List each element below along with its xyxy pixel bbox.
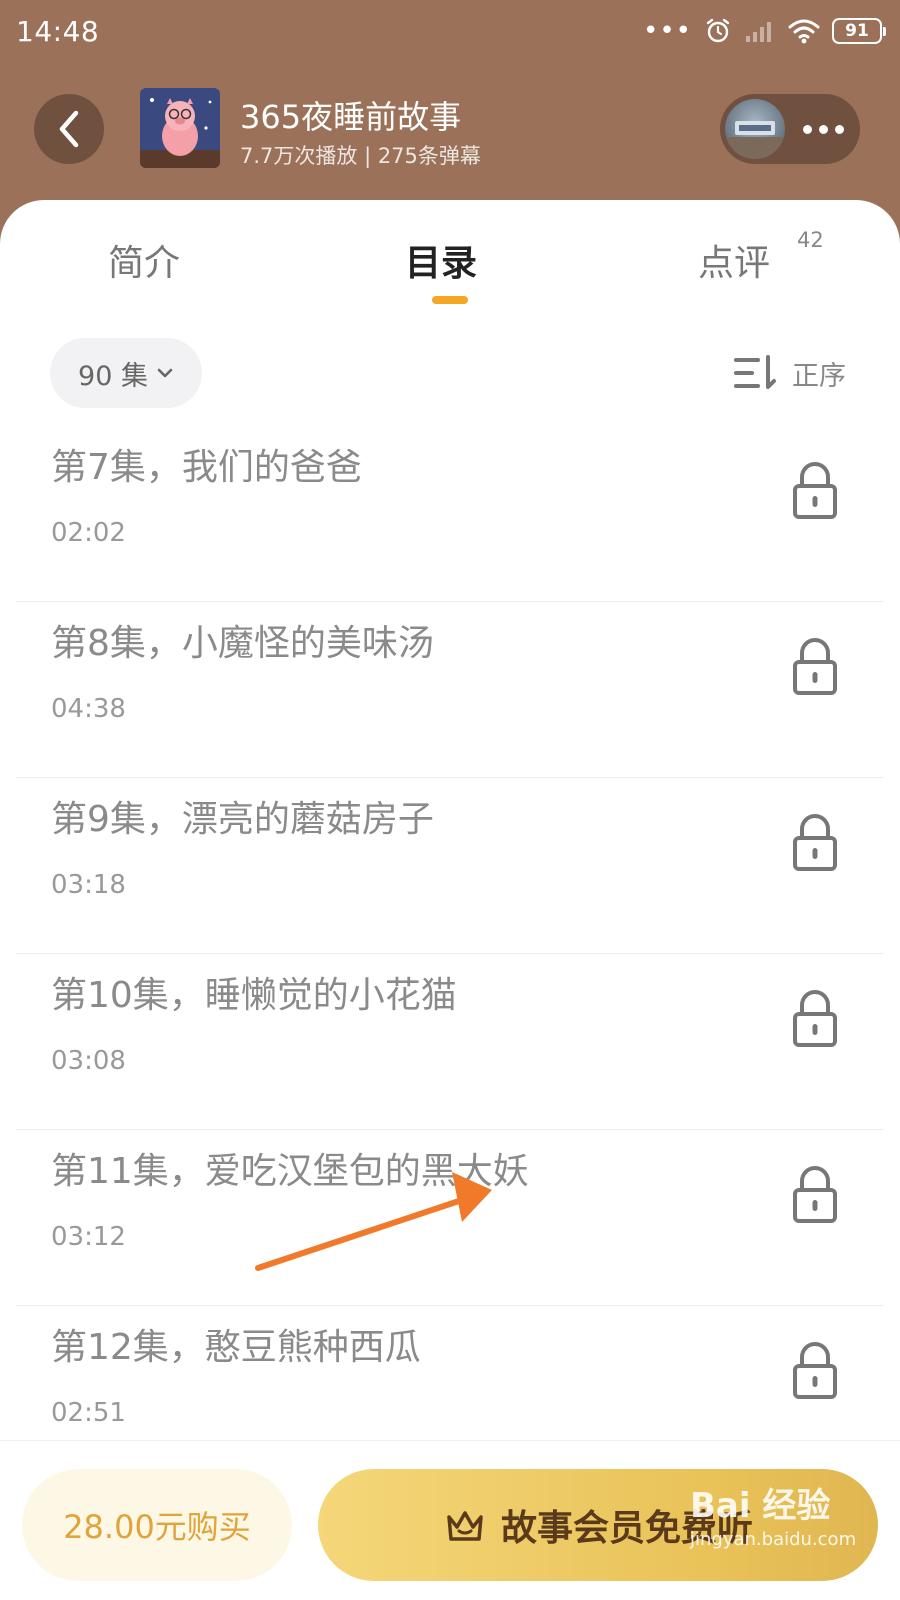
status-bar: 14:48 ••• 91: [0, 0, 900, 62]
avatar-image-icon: [725, 121, 785, 159]
watermark-brand: Bai 经验: [690, 1486, 831, 1526]
tab-active-indicator: [432, 296, 468, 304]
episode-duration: 02:02: [51, 518, 126, 548]
episode-row[interactable]: 第10集，睡懒觉的小花猫 03:08: [16, 954, 884, 1130]
lock-icon: [792, 636, 838, 696]
album-cover-image[interactable]: [140, 88, 220, 168]
episode-range-dropdown[interactable]: 90 集: [50, 338, 202, 408]
episode-range-label: 90 集: [78, 360, 148, 392]
chevron-left-icon: [59, 110, 79, 148]
pig-illustration-icon: [140, 88, 220, 168]
episode-duration: 03:12: [51, 1222, 126, 1252]
episode-row[interactable]: 第9集，漂亮的蘑菇房子 03:18: [16, 778, 884, 954]
status-time: 14:48: [16, 14, 100, 48]
buy-button[interactable]: 28.00元购买: [22, 1469, 292, 1581]
episode-duration: 03:08: [51, 1046, 126, 1076]
signal-icon: [746, 22, 771, 42]
header-actions-pill[interactable]: [720, 94, 860, 164]
episode-duration: 04:38: [51, 694, 126, 724]
episode-row[interactable]: 第8集，小魔怪的美味汤 04:38: [16, 602, 884, 778]
content-panel: 简介 目录 点评 42 90 集 正序 第7集，我们的爸爸 02:02 第8集，小魔…: [0, 200, 900, 1600]
alarm-icon: [706, 18, 730, 43]
crown-icon: [447, 1511, 483, 1541]
tab-reviews[interactable]: 点评: [698, 234, 770, 286]
album-title: 365夜睡前故事: [240, 98, 462, 136]
lock-icon: [792, 460, 838, 520]
avatar[interactable]: [725, 99, 785, 159]
more-dots-icon: •••: [642, 16, 692, 46]
tab-intro[interactable]: 简介: [108, 234, 180, 286]
chevron-down-icon: [157, 368, 173, 378]
watermark-url: jingyan.baidu.com: [690, 1529, 857, 1550]
lock-icon: [792, 1164, 838, 1224]
sort-button[interactable]: 正序: [732, 348, 846, 398]
episode-title: 第7集，我们的爸爸: [51, 447, 362, 488]
episode-title: 第9集，漂亮的蘑菇房子: [51, 799, 434, 840]
lock-icon: [792, 1340, 838, 1400]
tab-catalog[interactable]: 目录: [405, 234, 477, 286]
battery-icon: 91: [832, 18, 886, 44]
episode-title: 第11集，爱吃汉堡包的黑大妖: [51, 1151, 529, 1192]
tab-bar: 简介 目录 点评 42: [0, 200, 900, 320]
battery-level: 91: [845, 21, 869, 41]
lock-icon: [792, 812, 838, 872]
more-horizontal-icon[interactable]: [803, 124, 844, 134]
reviews-count-badge: 42: [797, 228, 824, 252]
lock-icon: [792, 988, 838, 1048]
episode-row[interactable]: 第11集，爱吃汉堡包的黑大妖 03:12: [16, 1130, 884, 1306]
episode-list: 第7集，我们的爸爸 02:02 第8集，小魔怪的美味汤 04:38 第9集，漂亮的蘑菇房…: [0, 426, 900, 1482]
sort-icon: [734, 355, 776, 389]
album-header: 365夜睡前故事 7.7万次播放 | 275条弹幕: [0, 80, 900, 180]
status-icons: ••• 91: [642, 16, 886, 46]
album-meta: 7.7万次播放 | 275条弹幕: [240, 144, 481, 168]
episode-row[interactable]: 第7集，我们的爸爸 02:02: [16, 426, 884, 602]
wifi-icon: [788, 19, 820, 44]
episode-title: 第10集，睡懒觉的小花猫: [51, 975, 457, 1016]
episode-title: 第12集，憨豆熊种西瓜: [51, 1327, 421, 1368]
baidu-jingyan-watermark: Bai 经验 jingyan.baidu.com: [690, 1478, 856, 1550]
episode-title: 第8集，小魔怪的美味汤: [51, 623, 434, 664]
sort-label: 正序: [792, 360, 846, 392]
episode-duration: 03:18: [51, 870, 126, 900]
episode-duration: 02:51: [51, 1398, 126, 1428]
back-button[interactable]: [34, 94, 104, 164]
